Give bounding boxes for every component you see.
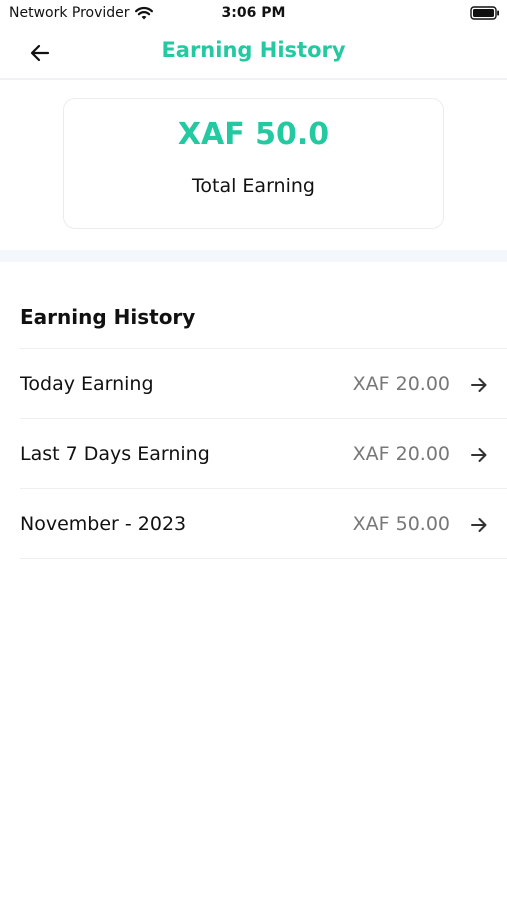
history-item-amount: XAF 20.00 [352, 443, 450, 465]
history-item-label: November - 2023 [20, 513, 187, 535]
history-item-month[interactable]: November - 2023 XAF 50.00 [20, 488, 507, 559]
earning-history-list: Today Earning XAF 20.00 Last 7 Days Earn… [20, 348, 507, 559]
arrow-right-icon [471, 378, 487, 392]
status-bar: Network Provider 3:06 PM [0, 0, 507, 28]
history-item-label: Last 7 Days Earning [20, 443, 210, 465]
section-title: Earning History [20, 305, 196, 329]
battery-icon [470, 6, 499, 20]
history-item-label: Today Earning [20, 373, 154, 395]
history-item-amount: XAF 20.00 [352, 373, 450, 395]
section-divider [0, 250, 507, 262]
history-item-today[interactable]: Today Earning XAF 20.00 [20, 348, 507, 418]
page-title: Earning History [161, 38, 346, 62]
history-item-last-7-days[interactable]: Last 7 Days Earning XAF 20.00 [20, 418, 507, 488]
status-time: 3:06 PM [221, 5, 286, 21]
total-earning-card: XAF 50.0 Total Earning [63, 98, 444, 229]
arrow-right-icon [471, 448, 487, 462]
total-earning-amount: XAF 50.0 [177, 117, 330, 152]
arrow-right-icon [471, 518, 487, 532]
total-earning-label: Total Earning [192, 175, 315, 197]
history-item-amount: XAF 50.00 [352, 513, 450, 535]
app-bar: Earning History [0, 28, 507, 80]
